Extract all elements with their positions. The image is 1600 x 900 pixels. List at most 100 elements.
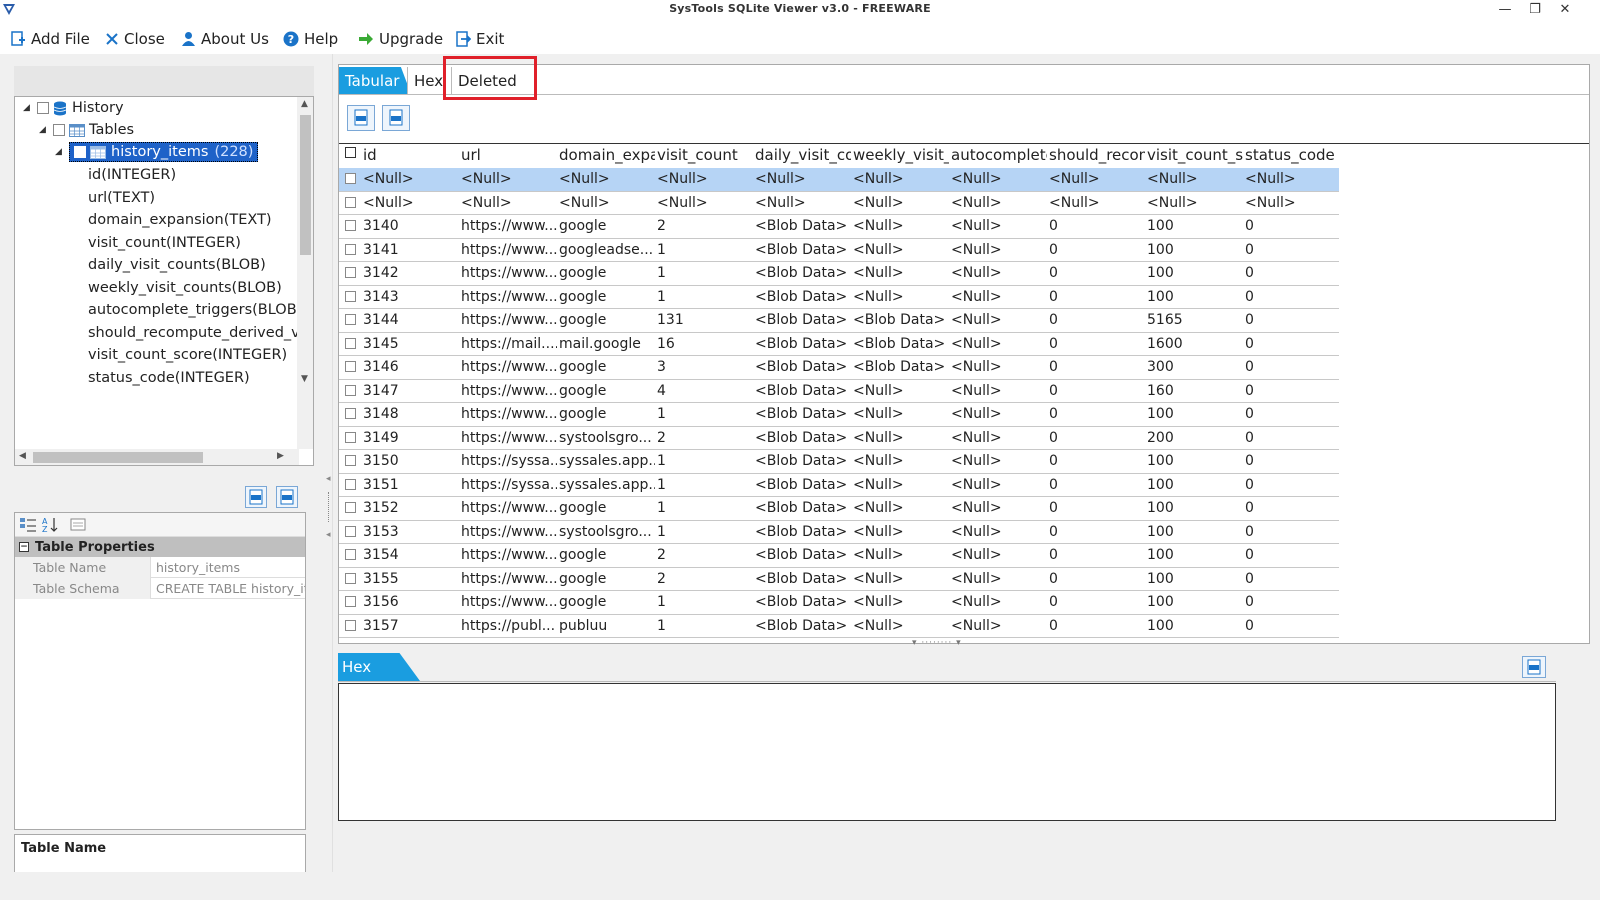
table-row[interactable]: 3146 https://www... google 3 <Blob Data> <Blo… — [339, 356, 1339, 380]
tree-checkbox[interactable] — [53, 124, 65, 136]
restore-button[interactable]: ❐ — [1520, 0, 1550, 22]
table-row[interactable]: 3143 https://www... google 1 <Blob Data> <Nul… — [339, 286, 1339, 309]
row-checkbox[interactable] — [345, 361, 356, 372]
scroll-down-icon[interactable]: ▼ — [301, 374, 308, 384]
row-checkbox[interactable] — [345, 408, 356, 419]
scroll-up-icon[interactable]: ▲ — [301, 99, 308, 109]
export-pdf-button[interactable] — [276, 486, 298, 508]
tree-column-item[interactable]: domain_expansion(TEXT) — [88, 209, 272, 231]
table-row[interactable]: 3141 https://www... googleadse... 1 <Blob Da… — [339, 239, 1339, 262]
export-grid-csv-button[interactable] — [347, 105, 375, 131]
tree-column-item[interactable]: visit_count_score(INTEGER) — [88, 344, 287, 366]
row-checkbox[interactable] — [345, 431, 356, 443]
tree-node-tables[interactable]: ◢ Tables — [39, 119, 134, 141]
row-checkbox[interactable] — [345, 314, 356, 325]
scrollbar-thumb[interactable] — [300, 115, 311, 255]
hex-export-button[interactable] — [1522, 656, 1546, 678]
tree-column-item[interactable]: daily_visit_counts(BLOB) — [88, 254, 266, 276]
expand-triangle-icon[interactable]: ◢ — [55, 147, 69, 157]
table-row[interactable]: 3150 https://syssa... syssales.app... 1 <Blo… — [339, 450, 1339, 474]
table-row[interactable]: 3140 https://www... google 2 <Blob Data> <Nul… — [339, 215, 1339, 239]
table-row[interactable]: 3156 https://www... google 1 <Blob Data> <Nul… — [339, 591, 1339, 615]
property-category[interactable]: − Table Properties — [15, 537, 305, 557]
row-checkbox[interactable] — [345, 455, 356, 466]
select-all-checkbox[interactable] — [345, 147, 356, 158]
table-row[interactable]: 3142 https://www... google 1 <Blob Data> <Nul… — [339, 262, 1339, 286]
row-checkbox[interactable] — [345, 478, 356, 490]
table-row[interactable]: 3155 https://www... google 2 <Blob Data> <Nul… — [339, 568, 1339, 591]
tree-checkbox[interactable] — [37, 102, 49, 114]
tree-checkbox[interactable] — [74, 146, 86, 158]
column-header[interactable]: daily_visit_cou — [755, 146, 851, 164]
close-window-button[interactable]: ✕ — [1550, 0, 1580, 22]
table-row[interactable]: <Null> <Null> <Null> <Null> <Null> <Null> <Nul… — [339, 168, 1339, 192]
column-header[interactable]: autocomplete — [951, 146, 1047, 164]
column-header[interactable]: visit_count_sc — [1147, 146, 1243, 164]
exit-button[interactable]: Exit — [456, 28, 504, 50]
row-checkbox[interactable] — [345, 502, 356, 513]
row-checkbox[interactable] — [345, 549, 356, 560]
help-button[interactable]: ? Help — [283, 28, 338, 50]
close-file-button[interactable]: Close — [105, 28, 165, 50]
table-row[interactable]: 3157 https://publ... publuu 1 <Blob Data> <Nu… — [339, 615, 1339, 638]
tree-column-item[interactable]: status_code(INTEGER) — [88, 367, 250, 389]
tree-column-item[interactable]: autocomplete_triggers(BLOB) — [88, 299, 302, 321]
upgrade-button[interactable]: Upgrade — [358, 28, 443, 50]
column-header[interactable]: url — [461, 146, 557, 164]
property-row[interactable]: Table Name history_items — [15, 557, 305, 578]
tree-column-item[interactable]: url(TEXT) — [88, 187, 155, 209]
selected-table-node[interactable]: history_items (228) — [69, 142, 259, 162]
export-csv-button[interactable] — [245, 486, 267, 508]
column-header[interactable]: weekly_visit_c — [853, 146, 949, 164]
panel-resize-grip[interactable]: ▾ ········ ▾ — [912, 638, 962, 648]
categorized-icon[interactable] — [19, 516, 37, 534]
table-row[interactable]: 3148 https://www... google 1 <Blob Data> <Nul… — [339, 403, 1339, 427]
property-pages-icon[interactable] — [69, 516, 87, 534]
scroll-left-icon[interactable]: ◀ — [19, 451, 26, 461]
database-tree[interactable]: ◢ History ◢ Tables ◢ history_items (228)… — [14, 96, 314, 466]
tree-column-item[interactable]: visit_count(INTEGER) — [88, 232, 241, 254]
panel-splitter[interactable]: ◂ ◂ — [326, 474, 334, 554]
table-row[interactable]: 3154 https://www... google 2 <Blob Data> <Nul… — [339, 544, 1339, 568]
tree-column-item[interactable]: id(INTEGER) — [88, 164, 176, 186]
property-row[interactable]: Table Schema CREATE TABLE history_item — [15, 578, 305, 599]
tree-node-history[interactable]: ◢ History — [23, 97, 124, 119]
hex-content-area[interactable] — [338, 683, 1556, 821]
tree-node-history-items[interactable]: ◢ history_items (228) — [55, 141, 259, 163]
sort-alpha-icon[interactable]: AZ — [41, 516, 59, 534]
table-row[interactable]: <Null> <Null> <Null> <Null> <Null> <Null> <Nul… — [339, 192, 1339, 215]
tree-vertical-scrollbar[interactable]: ▲ ▼ — [297, 97, 313, 449]
row-checkbox[interactable] — [345, 290, 356, 302]
table-row[interactable]: 3153 https://www... systoolsgro... 1 <Blob D… — [339, 521, 1339, 544]
minimize-button[interactable]: — — [1490, 0, 1520, 22]
table-row[interactable]: 3151 https://syssa... syssales.app... 1 <Blo… — [339, 474, 1339, 497]
row-checkbox[interactable] — [345, 173, 356, 184]
row-checkbox[interactable] — [345, 572, 356, 584]
row-checkbox[interactable] — [345, 525, 356, 537]
about-us-button[interactable]: About Us — [181, 28, 269, 50]
row-checkbox[interactable] — [345, 243, 356, 255]
column-header[interactable]: id — [363, 146, 459, 164]
expand-triangle-icon[interactable]: ◢ — [23, 103, 37, 113]
hex-panel-tab[interactable]: Hex — [338, 653, 420, 681]
column-header[interactable]: visit_count — [657, 146, 753, 164]
row-checkbox[interactable] — [345, 619, 356, 631]
tree-horizontal-scrollbar[interactable]: ◀ ▶ — [15, 449, 299, 465]
export-grid-pdf-button[interactable] — [382, 105, 410, 131]
row-checkbox[interactable] — [345, 596, 356, 607]
scrollbar-thumb[interactable] — [33, 452, 203, 463]
expand-triangle-icon[interactable]: ◢ — [39, 125, 53, 135]
scroll-right-icon[interactable]: ▶ — [277, 451, 284, 461]
collapse-icon[interactable]: − — [19, 542, 29, 552]
row-checkbox[interactable] — [345, 196, 356, 208]
column-header[interactable]: status_code — [1245, 146, 1341, 164]
records-grid[interactable]: id url domain_expai visit_count daily_visit_… — [339, 143, 1589, 643]
tree-column-item[interactable]: weekly_visit_counts(BLOB) — [88, 277, 282, 299]
table-row[interactable]: 3147 https://www... google 4 <Blob Data> <Nul… — [339, 380, 1339, 403]
row-checkbox[interactable] — [345, 384, 356, 396]
table-row[interactable]: 3144 https://www... google 131 <Blob Data> <B… — [339, 309, 1339, 333]
row-checkbox[interactable] — [345, 220, 356, 231]
add-file-button[interactable]: Add File — [10, 28, 90, 50]
table-row[interactable]: 3149 https://www... systoolsgro... 2 <Blob D… — [339, 427, 1339, 450]
tab-tabular[interactable]: Tabular — [339, 67, 411, 94]
